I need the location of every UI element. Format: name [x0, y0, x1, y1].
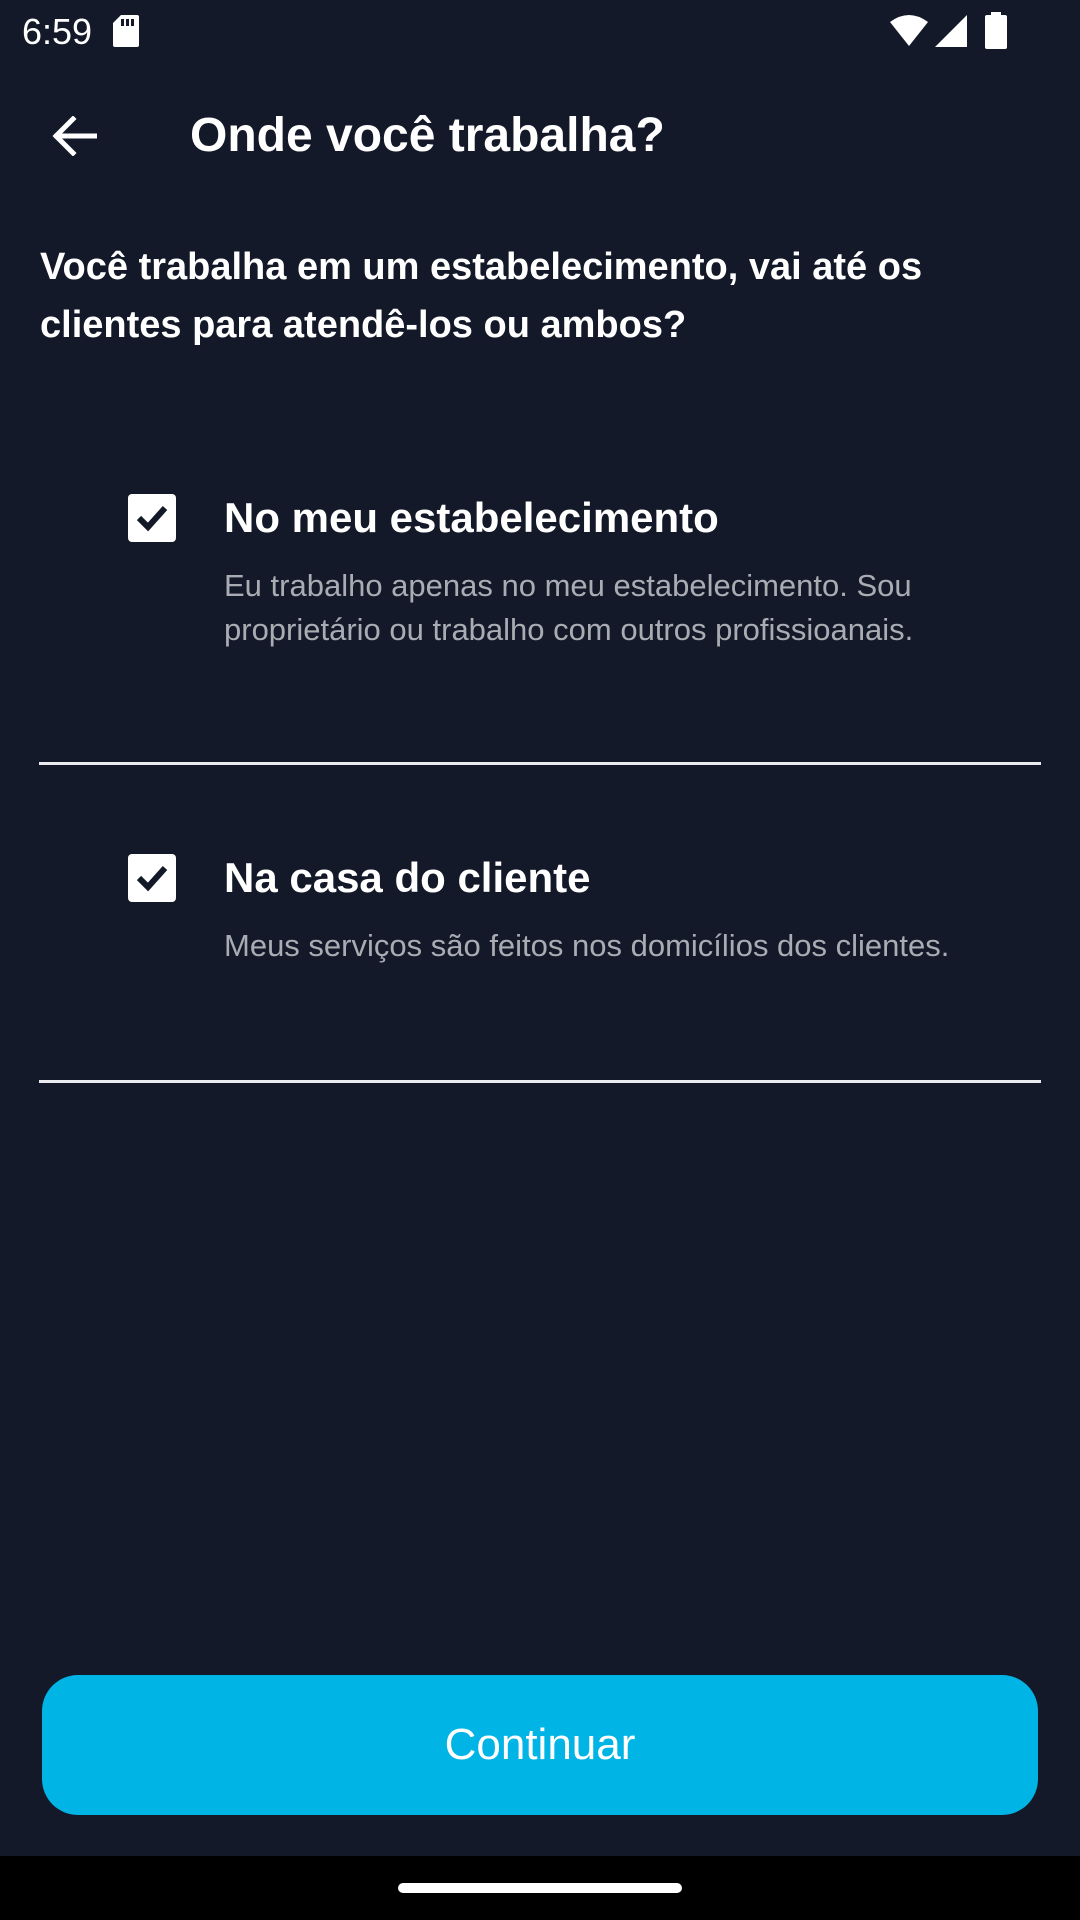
divider — [39, 1080, 1041, 1083]
status-time: 6:59 — [22, 11, 93, 52]
divider — [39, 762, 1041, 765]
wifi-icon — [890, 15, 928, 46]
arrow-left-icon — [52, 116, 97, 156]
option-description: Meus serviços são feitos nos domicílios … — [224, 928, 950, 963]
client-home-checkbox[interactable] — [128, 854, 176, 902]
status-bar: 6:59 — [0, 0, 1080, 64]
option-client-home[interactable]: Na casa do cliente Meus serviços são fei… — [40, 850, 1040, 1084]
option-title: Na casa do cliente — [224, 854, 591, 901]
check-icon — [136, 865, 168, 892]
establishment-checkbox[interactable] — [128, 494, 176, 542]
home-indicator[interactable] — [398, 1883, 682, 1893]
continue-button[interactable]: Continuar — [42, 1675, 1038, 1815]
check-icon — [136, 505, 168, 532]
option-description: Eu trabalho apenas no meu estabeleciment… — [224, 568, 914, 647]
option-title: No meu estabelecimento — [224, 494, 719, 541]
battery-icon — [985, 12, 1007, 49]
question-text: Você trabalha em um estabelecimento, vai… — [40, 246, 923, 346]
option-establishment[interactable]: No meu estabelecimento Eu trabalho apena… — [40, 490, 1040, 766]
back-button[interactable] — [38, 104, 110, 168]
sd-card-icon — [113, 15, 139, 47]
page-title: Onde você trabalha? — [190, 109, 665, 162]
signal-icon — [935, 15, 967, 47]
screen: 6:59 Onde você trabalha? Você trabalha e… — [0, 0, 1080, 1920]
